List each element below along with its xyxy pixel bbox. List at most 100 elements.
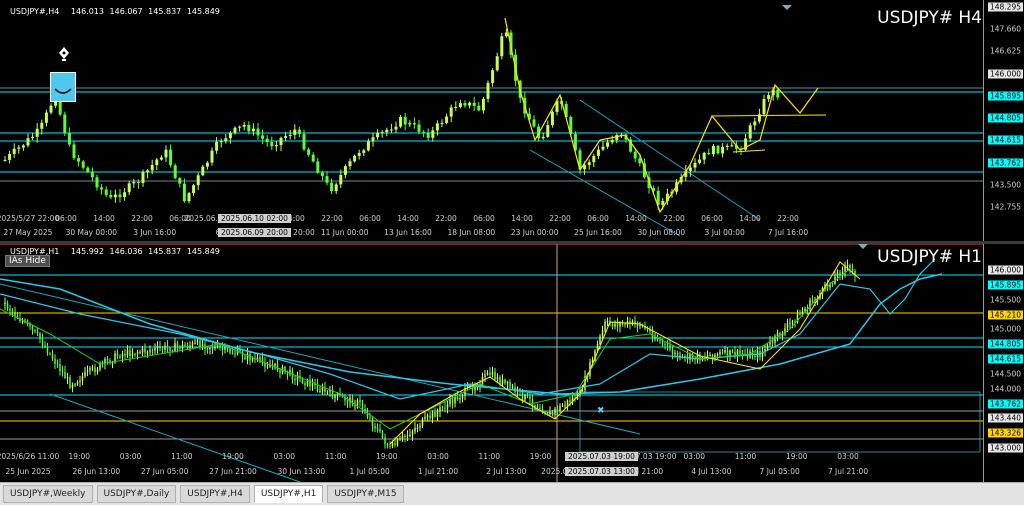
h1-price-plot[interactable]: ✖ xyxy=(0,244,984,482)
h1-shift-marker[interactable] xyxy=(858,244,868,249)
trend-line[interactable] xyxy=(711,114,827,117)
chart-tab-usdjpy-daily[interactable]: USDJPY#,Daily xyxy=(96,485,177,503)
candle-body xyxy=(224,138,228,142)
time-label: 27 Jun 21:00 xyxy=(209,467,257,476)
candle-body xyxy=(124,353,126,356)
candle-body xyxy=(716,145,720,154)
h1-price-axis[interactable]: 146.000 145.895 145.500 145.210 145.000 144.8… xyxy=(983,244,1024,482)
time-label: 22:00 xyxy=(777,214,799,223)
candle-body xyxy=(486,82,490,99)
time-label: 26 Jun 13:00 xyxy=(72,467,121,476)
candle-body xyxy=(601,146,605,150)
h4-chart-pane[interactable]: USDJPY#,H4 146.013 146.067 145.837 145.8… xyxy=(0,0,1024,241)
candle-body xyxy=(610,140,614,143)
h4-price-axis[interactable]: 148.295 147.660 146.625 146.000 145.895 144.8… xyxy=(983,0,1024,241)
candle-body xyxy=(611,324,614,327)
candle-body xyxy=(748,125,752,139)
candle-body xyxy=(529,396,531,399)
candle-body xyxy=(491,371,494,375)
chart-tab-usdjpy-h4[interactable]: USDJPY#,H4 xyxy=(180,485,250,503)
smile-alert-icon[interactable] xyxy=(50,72,76,102)
candle-body xyxy=(707,152,711,155)
selection-rectangle[interactable] xyxy=(579,391,981,453)
open-value: 146.013 xyxy=(70,7,104,16)
h1-crosshair-time-bottom: 2025.07.03 13:00 xyxy=(565,467,638,476)
time-label: 2025/6/26 11:00 xyxy=(0,452,60,461)
candle-body xyxy=(376,428,379,430)
close-value: 145.849 xyxy=(186,247,220,256)
candle-body xyxy=(94,367,96,373)
candle-body xyxy=(592,155,596,163)
candle-body xyxy=(136,352,139,355)
candle-body xyxy=(196,175,200,186)
candle-body xyxy=(786,323,789,329)
candle-body xyxy=(209,347,211,350)
candle-body xyxy=(36,331,39,334)
candle-body xyxy=(136,181,140,183)
time-label: 06:00 xyxy=(473,214,495,223)
time-label: 27 Jun 05:00 xyxy=(140,467,189,476)
candle-body xyxy=(61,371,64,373)
candle-body xyxy=(34,330,36,332)
candle-body xyxy=(451,398,454,404)
candle-body xyxy=(216,345,219,347)
candle-body xyxy=(144,348,146,353)
candle-body xyxy=(106,359,109,361)
chart-tab-usdjpy-m15[interactable]: USDJPY#,M15 xyxy=(327,485,404,503)
price-label: 144.615 xyxy=(987,354,1023,364)
candle-body xyxy=(551,411,554,413)
price-label: 143.440 xyxy=(987,413,1023,423)
candle-body xyxy=(26,138,30,146)
pen-icon[interactable] xyxy=(56,46,72,62)
price-label: 143.500 xyxy=(989,180,1021,190)
time-label: 11:00 xyxy=(170,452,193,461)
candle-body xyxy=(64,371,66,379)
zigzag-trend-line[interactable] xyxy=(389,261,861,445)
candle-body xyxy=(121,353,124,358)
candle-body xyxy=(149,350,151,353)
chart-tab-usdjpy-h1[interactable]: USDJPY#,H1 xyxy=(253,485,324,503)
candle-body xyxy=(504,32,508,37)
trend-line[interactable] xyxy=(732,149,766,153)
cross-marker-icon[interactable]: ✖ xyxy=(597,406,605,416)
candle-body xyxy=(90,171,94,178)
candle-body xyxy=(811,300,814,302)
candle-body xyxy=(396,439,399,446)
time-label: 11:00 xyxy=(324,452,347,461)
channel-line[interactable] xyxy=(579,99,761,221)
candle-body xyxy=(661,341,664,344)
candle-body xyxy=(41,339,44,346)
candle-body xyxy=(491,70,495,83)
h4-shift-marker[interactable] xyxy=(782,5,792,10)
candle-body xyxy=(449,107,453,117)
candle-body xyxy=(499,377,501,384)
h4-price-plot[interactable] xyxy=(0,0,984,241)
price-label: 143.762 xyxy=(987,399,1023,408)
time-label: 19:00 xyxy=(785,452,808,461)
h1-chart-pane[interactable]: ✖ USDJPY#,H1 145.992 146.036 145.837 145… xyxy=(0,244,1024,482)
candle-body xyxy=(166,345,169,348)
candle-body xyxy=(501,379,504,384)
candle-body xyxy=(46,346,49,354)
candle-body xyxy=(211,347,214,349)
candle-body xyxy=(435,123,439,131)
candle-body xyxy=(179,346,181,349)
candle-body xyxy=(434,412,436,417)
candle-body xyxy=(221,347,224,350)
candle-body xyxy=(404,436,406,438)
candle-body xyxy=(334,184,338,192)
candle-body xyxy=(459,397,461,400)
candle-body xyxy=(199,340,201,348)
candle-body xyxy=(380,132,384,134)
time-label: 25 Jun 16:00 xyxy=(574,228,622,237)
h4-crosshair-time-bottom: 2025.06.09 20:00 xyxy=(218,228,291,237)
candle-body xyxy=(8,154,12,160)
candle-body xyxy=(256,128,260,136)
time-label: 11:00 xyxy=(734,452,757,461)
candle-body xyxy=(346,400,349,403)
candle-body xyxy=(325,176,329,183)
ias-hide-button[interactable]: IAs Hide xyxy=(5,255,50,267)
candle-body xyxy=(619,322,621,327)
chart-tab-usdjpy-weekly[interactable]: USDJPY#,Weekly xyxy=(3,485,93,503)
candle-body xyxy=(851,268,854,271)
